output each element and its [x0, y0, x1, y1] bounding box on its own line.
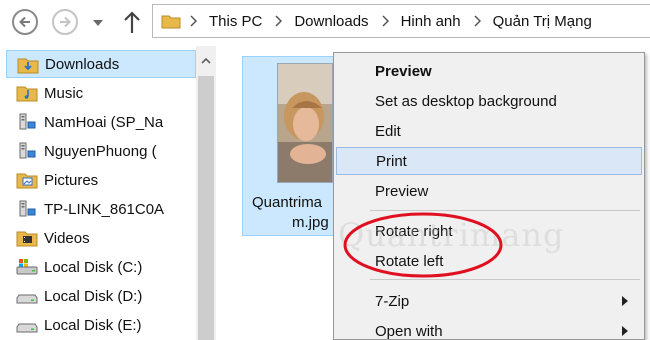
nav-item-label: Local Disk (E:)	[44, 316, 142, 334]
chevron-right-icon[interactable]	[381, 15, 389, 27]
submenu-arrow-icon	[622, 326, 628, 336]
menu-item-label: 7-Zip	[375, 292, 410, 310]
drive-icon	[16, 323, 38, 333]
image-thumbnail	[277, 63, 333, 183]
menu-item-print[interactable]: Print	[336, 147, 642, 175]
arrow-left-icon	[19, 16, 30, 28]
chevron-right-icon[interactable]	[473, 15, 481, 27]
nav-item-nguyenphuong[interactable]: NguyenPhuong (	[6, 137, 196, 165]
breadcrumb-downloads[interactable]: Downloads	[294, 13, 368, 30]
nav-item-label: Local Disk (D:)	[44, 287, 143, 305]
forward-button[interactable]	[52, 9, 78, 35]
menu-item-label: Preview	[375, 182, 429, 200]
nav-item-label: Pictures	[44, 171, 99, 189]
menu-item-edit[interactable]: Edit	[336, 117, 642, 145]
menu-item-preview-default[interactable]: Preview	[336, 57, 642, 85]
nav-item-label: NguyenPhuong (	[44, 142, 157, 160]
system-drive-icon	[16, 259, 38, 275]
nav-item-label: TP-LINK_861C0A	[44, 200, 165, 218]
address-bar[interactable]: This PC Downloads Hinh anh Quản Trị Mạng	[152, 4, 650, 38]
chevron-up-icon	[201, 57, 211, 64]
navigation-pane-scrollbar[interactable]	[196, 46, 216, 340]
menu-item-label: Set as desktop background	[375, 92, 557, 110]
drive-icon	[16, 294, 38, 304]
menu-item-label: Preview	[375, 62, 432, 80]
nav-item-downloads[interactable]: Downloads	[6, 50, 196, 78]
nav-item-local-disk-c[interactable]: Local Disk (C:)	[6, 253, 196, 281]
up-button[interactable]	[122, 9, 142, 35]
scroll-up-button[interactable]	[196, 54, 216, 68]
downloads-folder-icon	[17, 58, 39, 74]
arrow-up-icon	[124, 11, 140, 33]
nav-item-local-disk-e[interactable]: Local Disk (E:)	[6, 311, 196, 339]
menu-item-label: Open with	[375, 322, 443, 340]
folder-icon	[161, 15, 181, 29]
context-menu: Preview Set as desktop background Edit P…	[333, 52, 645, 340]
nav-item-tp-link[interactable]: TP-LINK_861C0A	[6, 195, 196, 223]
breadcrumb-quan-tri-mang[interactable]: Quản Trị Mạng	[493, 13, 592, 30]
music-folder-icon	[16, 86, 38, 102]
submenu-arrow-icon	[622, 296, 628, 306]
nav-item-label: NamHoai (SP_Na	[44, 113, 164, 131]
chevron-right-icon	[190, 15, 197, 27]
arrow-right-icon	[60, 16, 71, 28]
scrollbar-thumb[interactable]	[198, 76, 214, 340]
nav-item-label: Videos	[44, 229, 90, 247]
recent-locations-button[interactable]	[92, 16, 104, 28]
photo-thumbnail-icon	[278, 64, 332, 182]
nav-item-music[interactable]: Music	[6, 79, 196, 107]
navigation-bar: This PC Downloads Hinh anh Quản Trị Mạng	[0, 0, 650, 44]
nav-item-local-disk-d[interactable]: Local Disk (D:)	[6, 282, 196, 310]
network-computer-icon	[19, 113, 36, 130]
menu-item-label: Edit	[375, 122, 401, 140]
nav-item-label: Music	[44, 84, 84, 102]
breadcrumb-this-pc[interactable]: This PC	[209, 13, 262, 30]
nav-item-videos[interactable]: Videos	[6, 224, 196, 252]
menu-item-7zip[interactable]: 7-Zip	[336, 287, 642, 315]
chevron-down-icon	[93, 20, 103, 26]
nav-item-label: Downloads	[45, 55, 120, 73]
annotation-ellipse	[343, 212, 503, 278]
videos-folder-icon	[16, 231, 38, 247]
back-button[interactable]	[12, 9, 38, 35]
nav-item-label: Local Disk (C:)	[44, 258, 143, 276]
breadcrumb-hinh-anh[interactable]: Hinh anh	[401, 13, 461, 30]
menu-item-open-with[interactable]: Open with	[336, 317, 642, 340]
network-computer-icon	[19, 142, 36, 159]
chevron-right-icon[interactable]	[274, 15, 283, 27]
menu-item-label: Print	[376, 152, 407, 170]
navigation-pane: Downloads Music NamHoai (SP_Na NguyenPhu…	[0, 46, 200, 340]
menu-item-preview[interactable]: Preview	[336, 177, 642, 205]
menu-item-set-desktop-background[interactable]: Set as desktop background	[336, 87, 642, 115]
pictures-folder-icon	[16, 173, 38, 189]
nav-item-namhoai[interactable]: NamHoai (SP_Na	[6, 108, 196, 136]
network-computer-icon	[19, 200, 36, 217]
nav-item-pictures[interactable]: Pictures	[6, 166, 196, 194]
